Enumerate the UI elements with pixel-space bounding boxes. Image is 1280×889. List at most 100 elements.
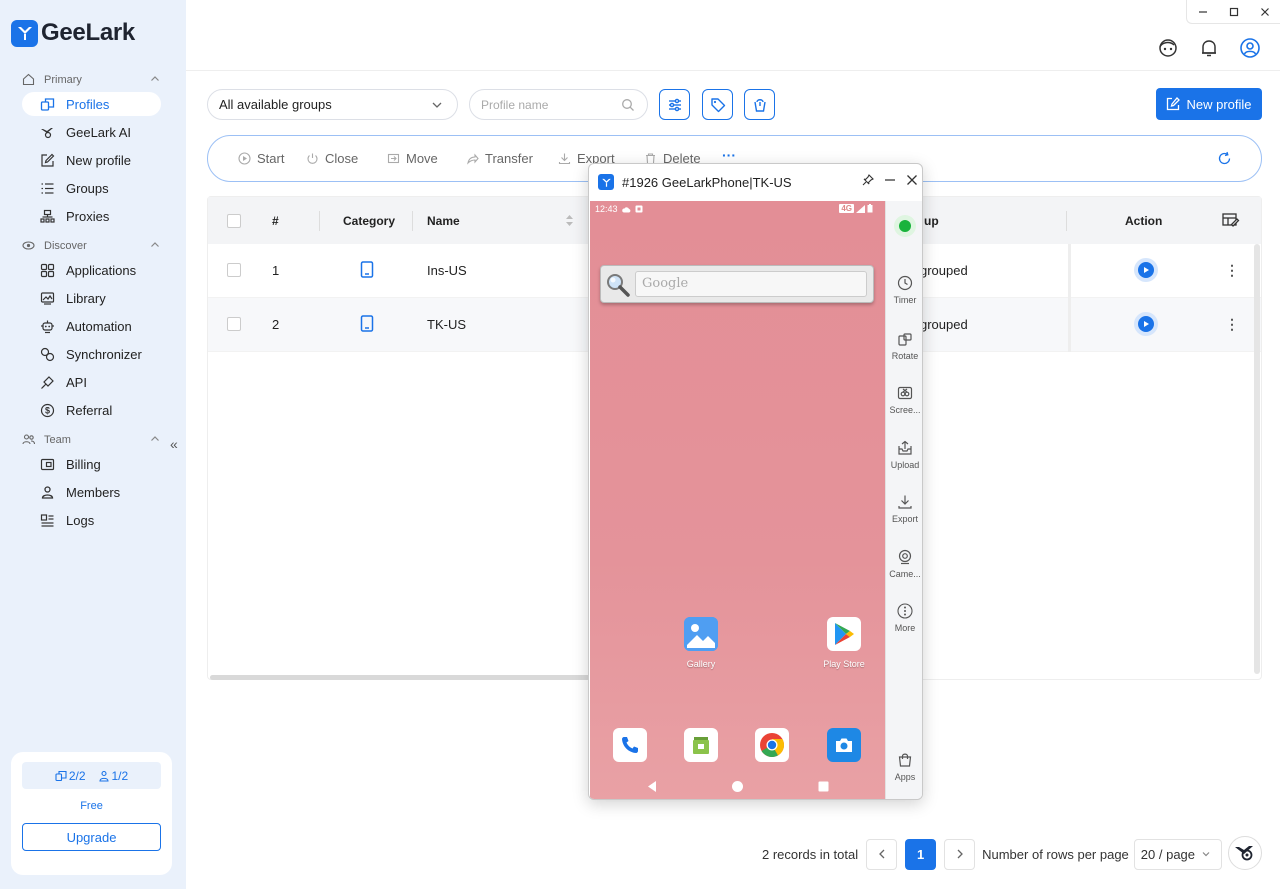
section-team[interactable]: Team	[22, 433, 160, 446]
account-icon[interactable]	[1239, 37, 1261, 59]
sort-icon[interactable]	[565, 214, 574, 227]
upload-tool[interactable]: Upload	[886, 438, 922, 470]
sidebar-item-library[interactable]: Library	[22, 286, 161, 310]
page-button-current[interactable]: 1	[905, 838, 937, 870]
sidebar-item-proxies[interactable]: Proxies	[22, 204, 161, 228]
group-select[interactable]: All available groups	[207, 89, 458, 120]
header-category: Category	[343, 214, 396, 228]
apps-tool[interactable]: Apps	[886, 750, 922, 782]
files-app-icon[interactable]	[684, 728, 718, 762]
sidebar-item-applications[interactable]: Applications	[22, 258, 161, 282]
more-tool[interactable]: More	[886, 601, 922, 633]
assistant-button[interactable]	[1228, 836, 1262, 870]
refresh-icon[interactable]	[1217, 151, 1232, 166]
tag-button[interactable]	[702, 89, 733, 120]
chrome-app-icon[interactable]	[755, 728, 789, 762]
recents-icon[interactable]	[818, 781, 829, 792]
sidebar-item-synchronizer[interactable]: Synchronizer	[22, 342, 161, 366]
sidebar-item-groups[interactable]: Groups	[22, 176, 161, 200]
sidebar-item-automation[interactable]: Automation	[22, 314, 161, 338]
sidebar-item-referral[interactable]: $ Referral	[22, 398, 161, 422]
tool-label: Came...	[889, 569, 921, 579]
column-settings-icon[interactable]	[1222, 212, 1240, 228]
geelark-logo-icon	[598, 174, 614, 190]
launch-profile-button[interactable]	[1134, 258, 1158, 282]
next-page-button[interactable]	[944, 838, 976, 870]
sidebar-item-geelark-ai[interactable]: GeeLark AI	[22, 120, 161, 144]
header-group: up	[924, 214, 939, 228]
row-more-icon[interactable]: ⋮	[1225, 263, 1239, 277]
network-icon	[39, 208, 56, 225]
launch-profile-button[interactable]	[1134, 312, 1158, 336]
plan-name: Free	[80, 800, 103, 812]
close-icon[interactable]	[906, 174, 918, 186]
select-all-checkbox[interactable]	[227, 214, 241, 228]
share-icon	[467, 153, 479, 165]
sidebar-item-profiles[interactable]: Profiles	[22, 92, 161, 116]
library-icon	[39, 290, 56, 307]
profile-search-input[interactable]: Profile name	[469, 89, 648, 120]
close-icon[interactable]	[1249, 0, 1280, 24]
maximize-icon[interactable]	[1218, 0, 1249, 24]
column-separator	[1066, 211, 1067, 231]
minimize-icon[interactable]	[1187, 0, 1218, 24]
minimize-icon[interactable]	[884, 174, 896, 186]
gallery-app-icon[interactable]	[684, 617, 718, 651]
new-profile-button[interactable]: New profile	[1156, 88, 1262, 120]
rows-per-page-select[interactable]: 20 / page	[1133, 838, 1222, 870]
clean-button[interactable]	[744, 89, 775, 120]
collapse-sidebar-icon[interactable]: «	[170, 436, 178, 452]
camera-app-icon[interactable]	[827, 728, 861, 762]
sidebar-item-billing[interactable]: Billing	[22, 452, 161, 476]
section-primary[interactable]: Primary	[22, 73, 160, 86]
horizontal-scrollbar[interactable]	[210, 675, 590, 680]
prev-page-button[interactable]	[866, 838, 898, 870]
header-name[interactable]: Name	[427, 214, 460, 228]
row-checkbox[interactable]	[227, 263, 241, 277]
app-name: GeeLark	[41, 19, 135, 46]
phone-app-icon[interactable]	[613, 728, 647, 762]
phone-screen[interactable]: 12:43 4G Google Gallery Play Store	[590, 201, 885, 799]
google-search-field[interactable]: Google	[635, 271, 867, 297]
filter-settings-button[interactable]	[659, 89, 690, 120]
start-button[interactable]: Start	[238, 151, 284, 166]
webcam-icon	[895, 547, 915, 567]
upgrade-button[interactable]: Upgrade	[22, 823, 161, 851]
row-more-icon[interactable]: ⋮	[1225, 317, 1239, 331]
sidebar-item-api[interactable]: API	[22, 370, 161, 394]
rotate-tool[interactable]: Rotate	[886, 329, 922, 361]
transfer-button[interactable]: Transfer	[466, 151, 533, 166]
section-discover[interactable]: Discover	[22, 239, 160, 252]
close-button[interactable]: Close	[306, 151, 358, 166]
signal-icon	[856, 204, 865, 213]
notification-icon	[635, 205, 643, 213]
more-actions-button[interactable]: ···	[722, 147, 736, 163]
sidebar-item-members[interactable]: Members	[22, 480, 161, 504]
row-name[interactable]: TK-US	[427, 317, 466, 332]
sidebar-item-label: Synchronizer	[66, 346, 142, 362]
move-button[interactable]: Move	[387, 151, 438, 166]
phone-window-titlebar[interactable]: #1926 GeeLarkPhone|TK-US	[589, 164, 922, 200]
support-agent-icon[interactable]	[1157, 37, 1179, 59]
sidebar-item-label: Applications	[66, 262, 137, 278]
sidebar-item-label: Billing	[66, 456, 101, 472]
sidebar-item-label: GeeLark AI	[66, 124, 132, 140]
google-search-widget[interactable]: Google	[600, 265, 874, 303]
camera-tool[interactable]: Came...	[886, 547, 922, 579]
pin-icon[interactable]	[862, 174, 874, 186]
export-tool[interactable]: Export	[886, 492, 922, 524]
back-icon[interactable]	[646, 780, 658, 793]
screenshot-tool[interactable]: Scree...	[886, 383, 922, 415]
timer-tool[interactable]: Timer	[886, 273, 922, 305]
vertical-scrollbar[interactable]	[1254, 244, 1260, 674]
tool-label: Scree...	[889, 405, 921, 415]
tool-label: Timer	[893, 295, 917, 305]
sidebar-item-new-profile[interactable]: New profile	[22, 148, 161, 172]
home-button-icon[interactable]	[731, 780, 744, 793]
row-checkbox[interactable]	[227, 317, 241, 331]
row-name[interactable]: Ins-US	[427, 263, 467, 278]
sidebar-item-logs[interactable]: Logs	[22, 508, 161, 532]
phone-icon	[360, 315, 374, 332]
play-store-app-icon[interactable]	[827, 617, 861, 651]
bell-icon[interactable]	[1198, 37, 1220, 59]
